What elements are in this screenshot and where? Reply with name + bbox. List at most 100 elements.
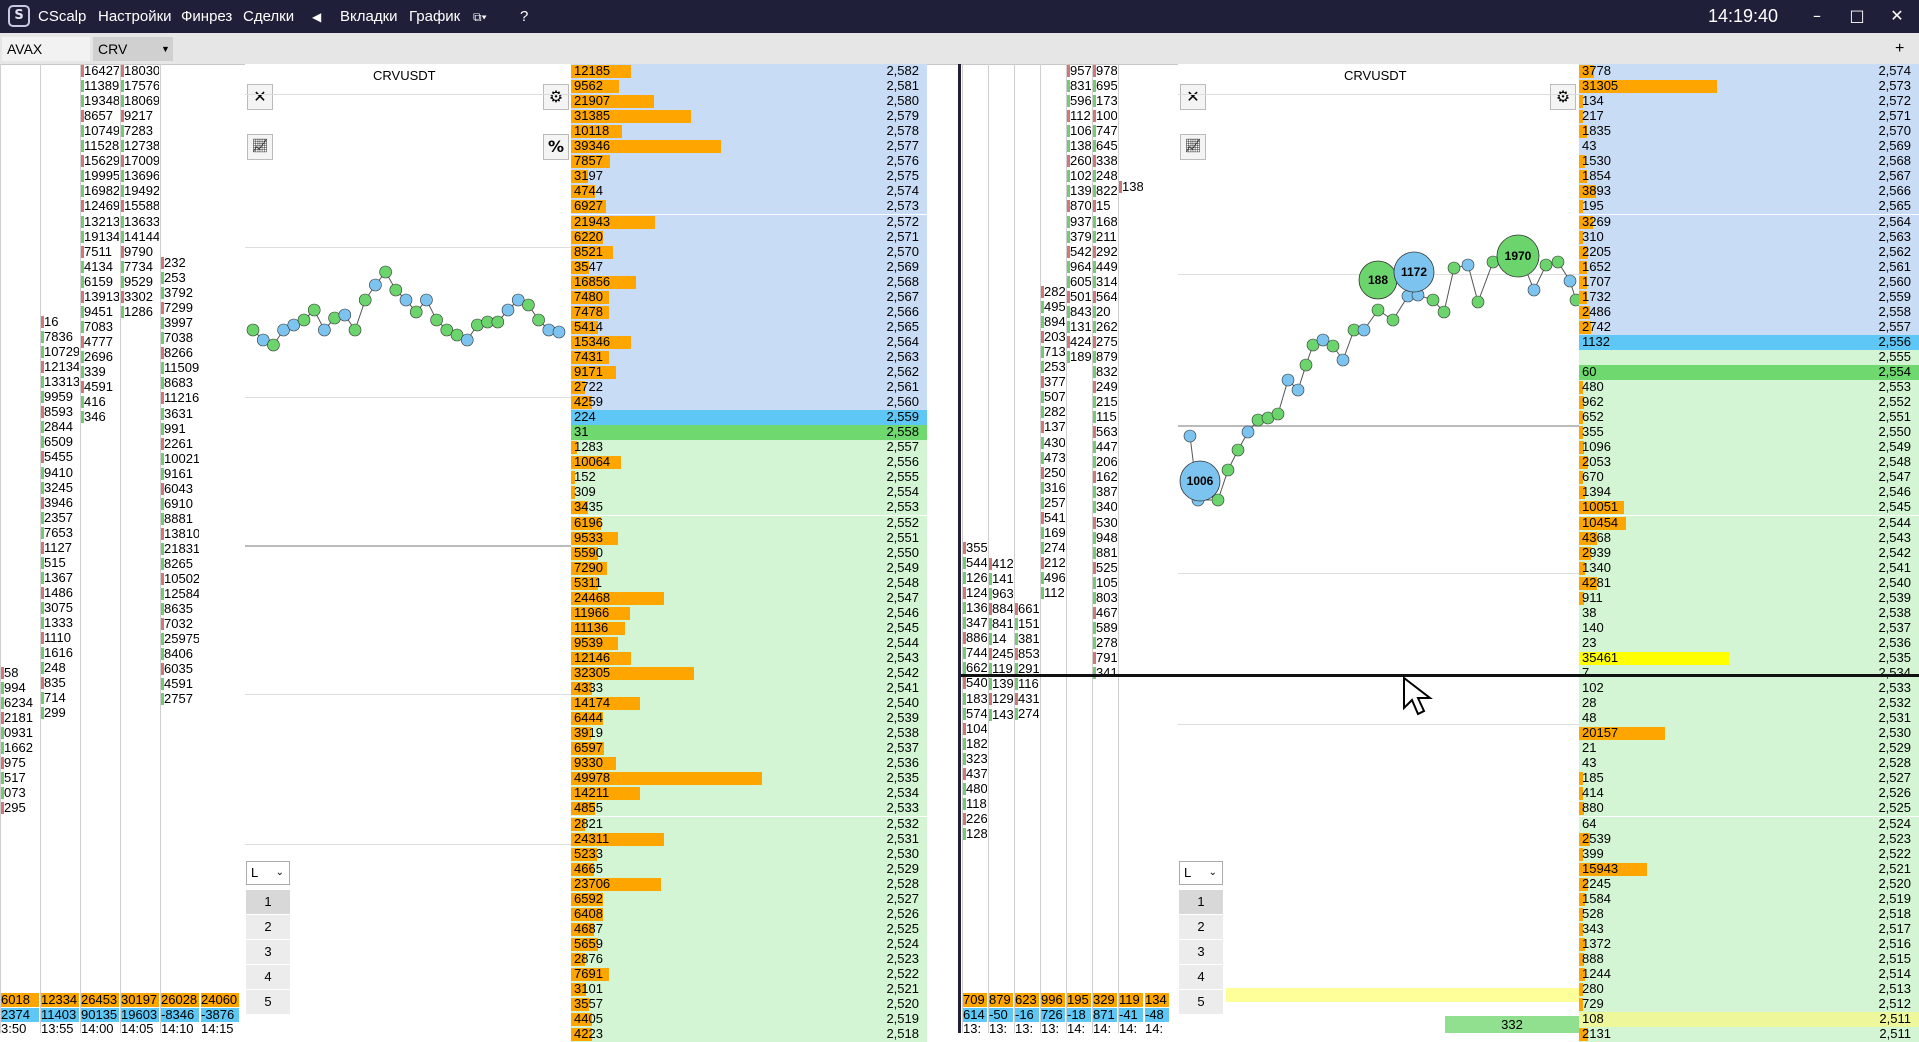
order-book-row[interactable]: 5414 2,565 bbox=[571, 319, 927, 335]
timeframe-item[interactable]: 2 bbox=[246, 915, 290, 939]
order-book-row[interactable]: 888 2,515 bbox=[1579, 951, 1919, 967]
order-book-row[interactable]: 2486 2,558 bbox=[1579, 304, 1919, 320]
order-book-row[interactable]: 3557 2,520 bbox=[571, 997, 927, 1013]
order-book-row[interactable]: 2053 2,548 bbox=[1579, 455, 1919, 471]
order-book-row[interactable]: 4259 2,560 bbox=[571, 395, 927, 411]
order-book-row[interactable]: 195 2,565 bbox=[1579, 199, 1919, 215]
order-book-row[interactable]: 21 2,529 bbox=[1579, 741, 1919, 757]
order-book-row[interactable]: 2131 2,511 bbox=[1579, 1027, 1919, 1042]
order-book-row[interactable]: 2245 2,520 bbox=[1579, 876, 1919, 892]
timeframe-item[interactable]: 5 bbox=[1179, 990, 1223, 1014]
order-book-row[interactable]: 4855 2,533 bbox=[571, 801, 927, 817]
order-book-row[interactable]: 24311 2,531 bbox=[571, 831, 927, 847]
order-book-row[interactable]: 35461 2,535 bbox=[1579, 650, 1919, 666]
order-book-row[interactable]: 4281 2,540 bbox=[1579, 575, 1919, 591]
order-book-row[interactable]: 9171 2,562 bbox=[571, 365, 927, 381]
order-book-row[interactable]: 1732 2,559 bbox=[1579, 289, 1919, 305]
order-book-row[interactable]: 5233 2,530 bbox=[571, 846, 927, 862]
order-book-row[interactable]: 6220 2,571 bbox=[571, 229, 927, 245]
order-book-row[interactable]: 310 2,563 bbox=[1579, 229, 1919, 245]
order-book-row[interactable]: 224 2,559 bbox=[571, 410, 927, 426]
order-book-row[interactable]: 152 2,555 bbox=[571, 470, 927, 486]
menu-settings[interactable]: Настройки bbox=[98, 8, 172, 25]
add-tab-button[interactable]: + bbox=[1890, 37, 1914, 61]
timeframe-item[interactable]: 4 bbox=[1179, 965, 1223, 989]
order-book-row[interactable]: 5590 2,550 bbox=[571, 545, 927, 561]
order-book-row[interactable]: 2876 2,523 bbox=[571, 951, 927, 967]
order-book-row[interactable]: 1854 2,567 bbox=[1579, 169, 1919, 185]
order-book-row[interactable]: 134 2,572 bbox=[1579, 94, 1919, 110]
order-book-row[interactable]: 3919 2,538 bbox=[571, 726, 927, 742]
order-book-row[interactable]: 32305 2,542 bbox=[571, 666, 927, 682]
order-book-row[interactable]: 3435 2,553 bbox=[571, 500, 927, 516]
order-book-row[interactable]: 24468 2,547 bbox=[571, 590, 927, 606]
order-book-row[interactable]: 4405 2,519 bbox=[571, 1012, 927, 1028]
order-book-row[interactable]: 2205 2,562 bbox=[1579, 244, 1919, 260]
timeframe-select[interactable]: L ⌄ bbox=[1179, 861, 1223, 885]
order-book-row[interactable]: 880 2,525 bbox=[1579, 801, 1919, 817]
maximize-button[interactable]: □ bbox=[1846, 6, 1868, 25]
order-book-row[interactable]: 670 2,547 bbox=[1579, 470, 1919, 486]
order-book-row[interactable]: 31385 2,579 bbox=[571, 109, 927, 125]
order-book-row[interactable]: 60 2,554 bbox=[1579, 365, 1919, 381]
order-book-row[interactable]: 5659 2,524 bbox=[571, 936, 927, 952]
help-button[interactable]: ? bbox=[520, 8, 528, 25]
order-book-row[interactable]: 38 2,538 bbox=[1579, 605, 1919, 621]
order-book-row[interactable]: 140 2,537 bbox=[1579, 620, 1919, 636]
order-book-row[interactable]: 7691 2,522 bbox=[571, 967, 927, 983]
order-book-row[interactable]: 1652 2,561 bbox=[1579, 259, 1919, 275]
order-book-row[interactable]: 21943 2,572 bbox=[571, 214, 927, 230]
menu-trades[interactable]: Сделки bbox=[243, 8, 294, 25]
order-book-row[interactable]: 16856 2,568 bbox=[571, 274, 927, 290]
order-book-row[interactable]: 11966 2,546 bbox=[571, 605, 927, 621]
order-book-row[interactable]: 1372 2,516 bbox=[1579, 936, 1919, 952]
order-book-row[interactable]: 2939 2,542 bbox=[1579, 545, 1919, 561]
order-book-row[interactable]: 3269 2,564 bbox=[1579, 214, 1919, 230]
order-book-row[interactable]: 8521 2,570 bbox=[571, 244, 927, 260]
order-book-row[interactable]: 48 2,531 bbox=[1579, 711, 1919, 727]
order-book-row[interactable]: 2742 2,557 bbox=[1579, 319, 1919, 335]
panel-divider[interactable] bbox=[958, 64, 961, 1033]
order-book-row[interactable]: 1244 2,514 bbox=[1579, 967, 1919, 983]
order-book-row[interactable]: 6597 2,537 bbox=[571, 741, 927, 757]
order-book-row[interactable]: 729 2,512 bbox=[1579, 997, 1919, 1013]
order-book-row[interactable]: 309 2,554 bbox=[571, 485, 927, 501]
timeframe-item[interactable]: 2 bbox=[1179, 915, 1223, 939]
order-book-row[interactable]: 414 2,526 bbox=[1579, 786, 1919, 802]
menu-finrez[interactable]: Финрез bbox=[181, 8, 232, 25]
order-book-row[interactable]: 7290 2,549 bbox=[571, 560, 927, 576]
order-book-row[interactable]: 2821 2,532 bbox=[571, 816, 927, 832]
order-book-row[interactable]: 7857 2,576 bbox=[571, 154, 927, 170]
order-book-row[interactable]: 1096 2,549 bbox=[1579, 440, 1919, 456]
close-button[interactable]: ✕ bbox=[1886, 6, 1908, 25]
tab-crv[interactable]: CRV ▼ bbox=[93, 37, 173, 61]
order-book-row[interactable]: 9539 2,544 bbox=[571, 635, 927, 651]
order-book-row[interactable]: 217 2,571 bbox=[1579, 109, 1919, 125]
order-book-row[interactable]: 4368 2,543 bbox=[1579, 530, 1919, 546]
order-book-row[interactable]: 31 2,558 bbox=[571, 425, 927, 441]
order-book-row[interactable]: 9330 2,536 bbox=[571, 756, 927, 772]
order-book-row[interactable]: 10051 2,545 bbox=[1579, 500, 1919, 516]
order-book-row[interactable]: 1707 2,560 bbox=[1579, 274, 1919, 290]
order-book-row[interactable]: 911 2,539 bbox=[1579, 590, 1919, 606]
window-layout-icon[interactable]: ⧉▾ bbox=[473, 10, 487, 25]
order-book-row[interactable]: 1835 2,570 bbox=[1579, 124, 1919, 140]
order-book-row[interactable]: 343 2,517 bbox=[1579, 921, 1919, 937]
order-book-row[interactable]: 1132 2,556 bbox=[1579, 334, 1919, 350]
order-book-row[interactable]: 102 2,533 bbox=[1579, 681, 1919, 697]
order-book-row[interactable]: 2722 2,561 bbox=[571, 380, 927, 396]
order-book-row[interactable]: 1584 2,519 bbox=[1579, 891, 1919, 907]
order-book-row[interactable]: 7480 2,567 bbox=[571, 289, 927, 305]
order-book-row[interactable]: 10118 2,578 bbox=[571, 124, 927, 140]
order-book-row[interactable]: 23 2,536 bbox=[1579, 635, 1919, 651]
order-book-row[interactable]: 11136 2,545 bbox=[571, 620, 927, 636]
order-book-row[interactable]: 15346 2,564 bbox=[571, 334, 927, 350]
order-book-row[interactable]: 2539 2,523 bbox=[1579, 831, 1919, 847]
order-book-row[interactable]: 12185 2,582 bbox=[571, 64, 927, 80]
order-book-row[interactable]: 10064 2,556 bbox=[571, 455, 927, 471]
order-book-row[interactable]: 10454 2,544 bbox=[1579, 515, 1919, 531]
order-book-row[interactable]: 108 2,511 bbox=[1579, 1012, 1919, 1028]
menu-chart[interactable]: График bbox=[409, 8, 460, 25]
order-book-row[interactable]: 280 2,513 bbox=[1579, 982, 1919, 998]
order-book-row[interactable]: 43 2,528 bbox=[1579, 756, 1919, 772]
